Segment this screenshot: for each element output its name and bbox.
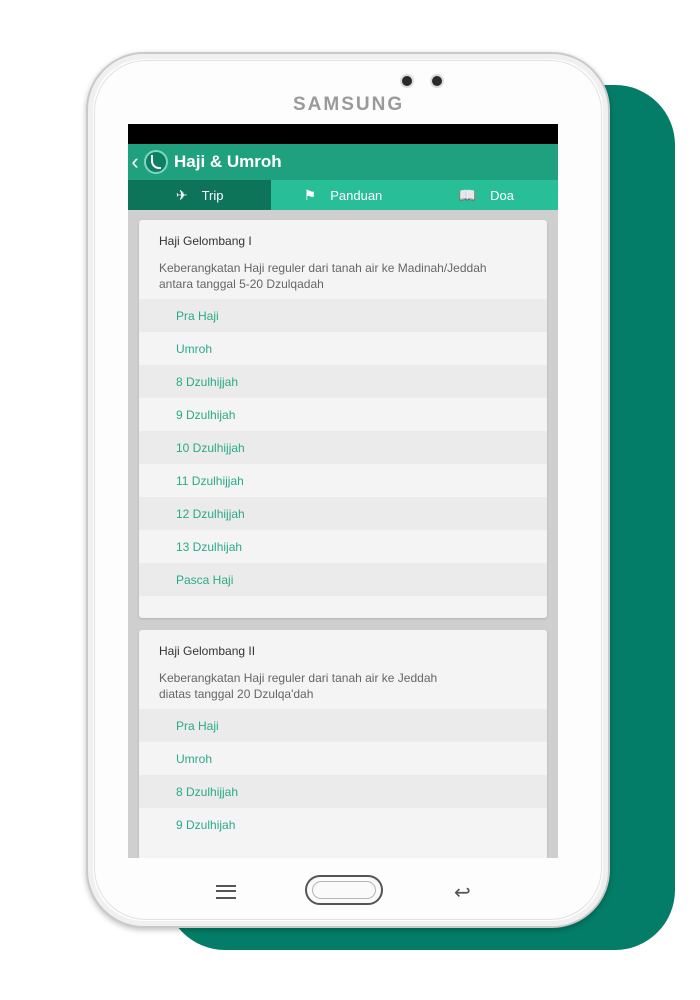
home-button-icon[interactable]	[305, 875, 383, 905]
card-title: Haji Gelombang I	[159, 234, 252, 248]
card-description: Keberangkatan Haji reguler dari tanah ai…	[159, 671, 438, 701]
app-logo-icon	[144, 150, 168, 174]
list-item[interactable]: Pra Haji	[139, 709, 547, 742]
chevron-left-icon[interactable]: ‹	[128, 151, 142, 173]
status-bar	[128, 124, 558, 144]
list-item[interactable]: Pasca Haji	[139, 563, 547, 596]
device-brand: SAMSUNG	[293, 94, 405, 115]
app-bar: ‹ Haji & Umroh	[128, 144, 558, 180]
list-item[interactable]: Umroh	[139, 332, 547, 365]
list-item[interactable]: 8 Dzulhijjah	[139, 775, 547, 808]
list-item[interactable]: 13 Dzulhijah	[139, 530, 547, 563]
list-item[interactable]: Umroh	[139, 742, 547, 775]
tab-label: Trip	[201, 187, 224, 203]
page-title: Haji & Umroh	[174, 152, 282, 171]
tab-panduan[interactable]: ⚑ Panduan	[271, 180, 414, 210]
tablet-device: SAMSUNG ‹ Haji & Umroh ✈ Trip ⚑ Panduan 📖 Doa…	[86, 52, 610, 928]
trip-card: Haji Gelombang I Keberangkatan Haji regul…	[139, 220, 547, 618]
menu-icon[interactable]	[216, 885, 236, 899]
tab-bar: ✈ Trip ⚑ Panduan 📖 Doa	[128, 180, 558, 210]
card-item-list: Pra Haji Umroh 8 Dzulhijjah 9 Dzulhijah 10 D…	[139, 299, 547, 596]
list-item[interactable]: 9 Dzulhijah	[139, 398, 547, 431]
card-description: Keberangkatan Haji reguler dari tanah ai…	[159, 261, 487, 291]
hardware-navbar: ↩	[128, 869, 558, 909]
tab-label: Doa	[490, 187, 514, 203]
card-title: Haji Gelombang II	[159, 644, 256, 658]
tab-trip[interactable]: ✈ Trip	[128, 180, 272, 210]
card-item-list: Pra Haji Umroh 8 Dzulhijjah 9 Dzulhijah	[139, 709, 547, 841]
list-item[interactable]: 10 Dzulhijjah	[139, 431, 547, 464]
list-item[interactable]: 9 Dzulhijah	[139, 808, 547, 841]
sensor-icon	[402, 76, 412, 86]
list-item[interactable]: Pra Haji	[139, 299, 547, 332]
list-item[interactable]: 11 Dzulhijjah	[139, 464, 547, 497]
back-arrow-icon[interactable]: ↩	[454, 880, 471, 905]
tab-label: Panduan	[330, 187, 383, 203]
tab-doa[interactable]: 📖 Doa	[415, 180, 558, 210]
book-icon: 📖	[458, 186, 477, 203]
list-item[interactable]: 8 Dzulhijjah	[139, 365, 547, 398]
list-item[interactable]: 12 Dzulhijjah	[139, 497, 547, 530]
airplane-icon: ✈	[175, 186, 188, 203]
trip-card: Haji Gelombang II Keberangkatan Haji regu…	[139, 630, 547, 858]
main-content: Haji Gelombang I Keberangkatan Haji regul…	[128, 210, 558, 858]
signpost-icon: ⚑	[303, 186, 317, 203]
camera-icon	[432, 76, 442, 86]
screen: ‹ Haji & Umroh ✈ Trip ⚑ Panduan 📖 Doa Haji Ge…	[128, 124, 558, 858]
